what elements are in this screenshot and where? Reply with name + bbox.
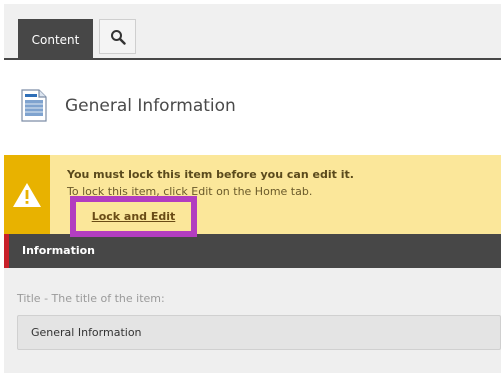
tab-content[interactable]: Content	[18, 19, 93, 60]
title-field[interactable]	[17, 315, 501, 350]
warning-title: You must lock this item before you can e…	[67, 168, 354, 181]
section-title: Information	[22, 244, 95, 257]
section-body: Title - The title of the item:	[4, 268, 501, 373]
lock-and-edit-link[interactable]: Lock and Edit	[92, 210, 176, 223]
search-icon	[110, 29, 126, 45]
page-title: General Information	[65, 96, 236, 116]
section-header-information[interactable]: Information	[4, 234, 501, 268]
lock-and-edit-highlight: Lock and Edit	[70, 196, 197, 237]
warning-icon	[13, 182, 41, 207]
lock-warning-banner: You must lock this item before you can e…	[4, 155, 501, 237]
warning-strip	[4, 155, 50, 234]
search-button[interactable]	[99, 19, 136, 54]
tab-content-label: Content	[31, 32, 80, 47]
item-header: General Information	[4, 61, 501, 155]
title-field-label: Title - The title of the item:	[17, 292, 165, 305]
top-toolbar: Content	[4, 4, 501, 60]
document-icon	[21, 89, 47, 122]
